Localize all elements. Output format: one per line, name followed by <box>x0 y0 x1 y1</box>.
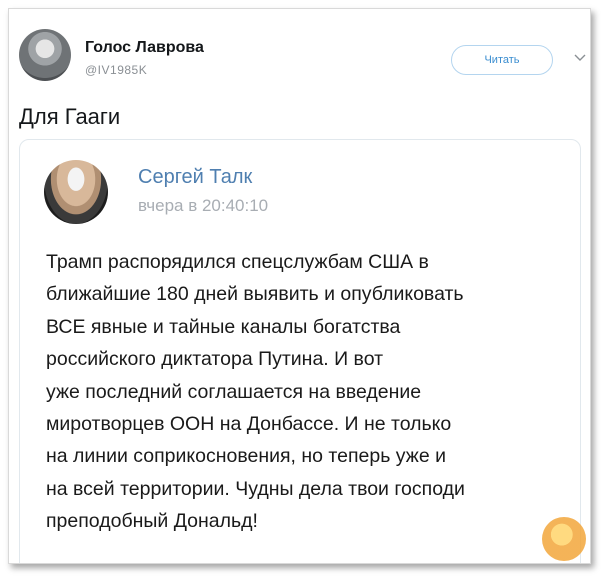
quoted-text-line: на линии соприкосновения, но теперь уже … <box>46 445 446 468</box>
quoted-text-line: преподобный Дональд! <box>46 510 258 533</box>
quoted-text-line: миротворцев ООН на Донбассе. И не только <box>46 413 452 436</box>
watermark-logo <box>542 517 586 561</box>
tweet-text: Для Гааги <box>19 104 121 129</box>
follow-button[interactable]: Читать <box>451 45 553 75</box>
quoted-post-body: Трамп распорядился спецслужбам США в бли… <box>46 246 566 538</box>
quoted-text-line: Трамп распорядился спецслужбам США в <box>46 251 429 273</box>
quoted-post-time: вчера в 20:40:10 <box>138 196 269 215</box>
quoted-text-line: уже последний соглашается на введение <box>46 380 422 403</box>
quoted-author-name[interactable]: Сергей Талк <box>138 166 252 189</box>
quoted-post-card[interactable]: Сергей Талк вчера в 20:40:10 Трамп распо… <box>19 139 581 563</box>
chevron-down-icon[interactable] <box>573 51 587 65</box>
tweet-header: Голос Лаврова @IV1985K Читать <box>19 29 586 81</box>
quoted-text-line: ВСЕ явные и тайные каналы богатства <box>46 315 401 338</box>
quoted-author-avatar[interactable] <box>44 160 108 224</box>
quoted-text-line: российского диктатора Путина. И вот <box>46 348 384 371</box>
author-name[interactable]: Голос Лаврова <box>85 39 204 57</box>
author-avatar[interactable] <box>19 29 71 81</box>
screenshot-frame: Голос Лаврова @IV1985K Читать Для Гааги … <box>8 8 591 564</box>
quoted-text-line: на всей территории. Чудны дела твои госп… <box>46 477 465 500</box>
author-handle[interactable]: @IV1985K <box>85 63 147 77</box>
quoted-text-line: ближайшие 180 дней выявить и опубликоват… <box>46 283 464 306</box>
